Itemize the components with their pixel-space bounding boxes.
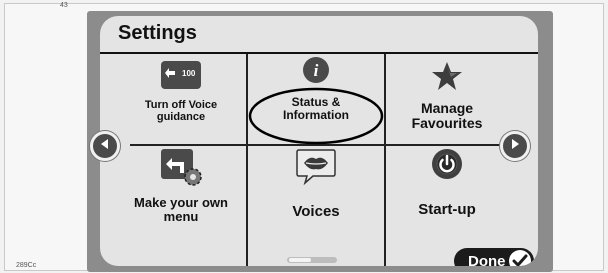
done-button[interactable]: Done [454,248,534,266]
chevron-right-icon [509,137,521,155]
chevron-left-icon [99,137,111,155]
title-divider [100,52,538,54]
page-indicator-current [289,258,311,262]
tile-label: Make your own menu [134,195,228,224]
page-indicator[interactable] [287,257,337,263]
highlight-ellipse [248,87,384,145]
screen-title: Settings [118,22,197,44]
tile-label: Manage Favourites [411,100,483,131]
done-label: Done [468,252,506,267]
tile-status-information[interactable]: i Status & Information [248,56,384,145]
next-page-button[interactable] [500,131,530,161]
power-icon [431,148,463,180]
tile-voice-guidance[interactable]: 100 Turn off Voice guidance [118,60,244,142]
tile-manage-favourites[interactable]: Manage Favourites [388,60,506,142]
voice-guidance-icon: 100 [160,60,202,92]
tile-make-your-own-menu[interactable]: Make your own menu [118,148,244,248]
info-icon: i [302,56,330,84]
figure-code: 289Cc [16,262,37,269]
custom-menu-icon [158,148,204,188]
tile-label: Voices [292,203,340,220]
tile-voices[interactable]: Voices [250,148,382,248]
page-number: 43 [60,2,68,9]
lips-speech-icon [295,148,337,186]
star-icon [431,60,463,92]
settings-screen: Settings 100 Turn off Voice guidance i S… [100,16,538,266]
tile-label: Turn off Voice guidance [144,99,218,123]
checkmark-icon [509,250,531,266]
previous-page-button[interactable] [90,131,120,161]
tile-label: Start-up [418,201,476,218]
voice-volume-badge: 100 [182,69,196,78]
tile-start-up[interactable]: Start-up [388,148,506,248]
svg-text:i: i [314,61,319,80]
